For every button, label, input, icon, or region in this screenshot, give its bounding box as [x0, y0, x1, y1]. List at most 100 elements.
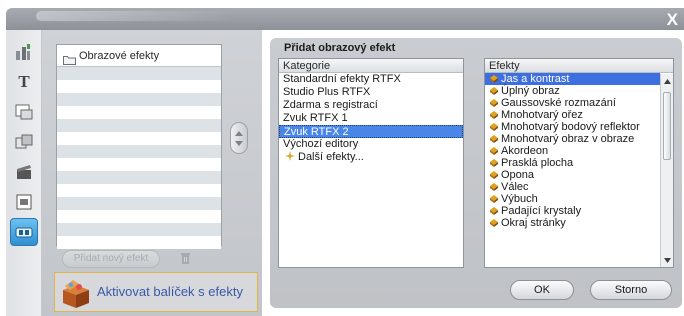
picture-in-picture-icon[interactable] — [10, 98, 38, 126]
effect-label: Jas a kontrast — [501, 73, 570, 85]
applied-effects-header: Obrazové efekty — [57, 45, 221, 67]
effect-label: Válec — [501, 181, 529, 193]
add-effect-pane: Přidat obrazový efekt Kategorie Standard… — [262, 30, 684, 316]
effect-icon — [490, 219, 498, 227]
effects-scrollbar[interactable] — [660, 74, 673, 267]
category-header: Kategorie — [279, 59, 463, 73]
category-item[interactable]: Zvuk RTFX 1 — [279, 112, 463, 125]
title-bar-sheen — [36, 11, 236, 21]
category-item[interactable]: Studio Plus RTFX — [279, 86, 463, 99]
effect-item[interactable]: Výbuch — [485, 193, 660, 205]
cancel-button[interactable]: Storno — [590, 280, 672, 300]
sparkle-icon — [285, 151, 295, 165]
list-item[interactable] — [57, 145, 221, 158]
effect-label: Okraj stránky — [501, 217, 566, 229]
effect-item[interactable]: Akordeon — [485, 145, 660, 157]
effect-icon — [490, 123, 498, 131]
effect-label: Mnohotvarý ořez — [501, 109, 583, 121]
effect-label: Výbuch — [501, 193, 538, 205]
effect-label: Mnohotvarý obraz v obraze — [501, 133, 635, 145]
scroll-up-icon[interactable] — [662, 75, 672, 87]
effect-icon — [490, 159, 498, 167]
activate-effects-pack-button[interactable]: Aktivovat balíček s efekty — [54, 272, 258, 312]
list-item[interactable] — [57, 106, 221, 119]
title-icon-glyph: T — [18, 72, 30, 91]
effect-item[interactable]: Úplný obraz — [485, 85, 660, 97]
list-item[interactable] — [57, 80, 221, 93]
scroll-thumb[interactable] — [663, 92, 671, 160]
category-item[interactable]: Zdarma s registrací — [279, 99, 463, 112]
effects-pack-icon — [59, 276, 93, 313]
effect-label: Úplný obraz — [501, 85, 560, 97]
title-bar: X — [6, 8, 684, 30]
effect-icon — [490, 99, 498, 107]
video-effects-icon[interactable] — [10, 38, 38, 66]
move-up-icon[interactable] — [235, 130, 243, 136]
category-list[interactable]: Kategorie Standardní efekty RTFX Studio … — [278, 58, 464, 268]
close-icon[interactable]: X — [667, 10, 678, 30]
add-effect-dialog: Přidat obrazový efekt Kategorie Standard… — [270, 38, 682, 308]
tool-toolbar: T — [6, 30, 42, 316]
effect-icon — [490, 135, 498, 143]
add-video-effect-window: X T Obrazové efekty Přidat nový efekt Ak… — [0, 0, 684, 316]
audio-effects-icon[interactable] — [10, 218, 38, 246]
list-item[interactable] — [57, 132, 221, 145]
trash-icon[interactable] — [180, 252, 191, 268]
transition-icon[interactable] — [10, 128, 38, 156]
list-item[interactable] — [57, 67, 221, 80]
reorder-buttons[interactable] — [230, 122, 248, 154]
category-item-more[interactable]: Další efekty... — [279, 151, 463, 164]
list-item[interactable] — [57, 171, 221, 184]
activate-effects-pack-label: Aktivovat balíček s efekty — [97, 284, 243, 299]
applied-effects-list[interactable]: Obrazové efekty — [56, 44, 222, 249]
effect-item[interactable]: Válec — [485, 181, 660, 193]
title-icon[interactable]: T — [10, 68, 38, 96]
dialog-title: Přidat obrazový efekt — [284, 42, 396, 54]
effect-item[interactable]: Mnohotvarý obraz v obraze — [485, 133, 660, 145]
effect-icon — [490, 87, 498, 95]
effect-label: Padající krystaly — [501, 205, 582, 217]
effect-item[interactable]: Mnohotvarý ořez — [485, 109, 660, 121]
effect-item[interactable]: Mnohotvarý bodový reflektor — [485, 121, 660, 133]
effect-icon — [490, 183, 498, 191]
move-down-icon[interactable] — [235, 140, 243, 146]
effect-item[interactable]: Okraj stránky — [485, 217, 660, 229]
effect-icon — [490, 111, 498, 119]
applied-effects-title: Obrazové efekty — [79, 50, 160, 62]
list-item[interactable] — [57, 236, 221, 249]
category-item[interactable]: Výchozí editory — [279, 138, 463, 151]
effect-label: Mnohotvarý bodový reflektor — [501, 121, 640, 133]
list-item[interactable] — [57, 93, 221, 106]
scroll-down-icon[interactable] — [662, 254, 672, 266]
effects-rows: Jas a kontrast Úplný obraz Gaussovské rozm… — [485, 73, 660, 229]
effect-item[interactable]: Opona — [485, 169, 660, 181]
clapboard-icon[interactable] — [10, 158, 38, 186]
list-item[interactable] — [57, 158, 221, 171]
list-item[interactable] — [57, 223, 221, 236]
effect-icon — [490, 171, 498, 179]
effect-item-selected[interactable]: Jas a kontrast — [485, 73, 660, 85]
list-item[interactable] — [57, 210, 221, 223]
more-effects-label: Další efekty... — [298, 151, 364, 163]
effect-item[interactable]: Prasklá plocha — [485, 157, 660, 169]
list-item[interactable] — [57, 197, 221, 210]
category-item-selected[interactable]: Zvuk RTFX 2 — [279, 125, 463, 138]
category-item[interactable]: Standardní efekty RTFX — [279, 73, 463, 86]
effect-label: Akordeon — [501, 145, 549, 157]
effect-label: Prasklá plocha — [501, 157, 574, 169]
menu-icon[interactable] — [10, 188, 38, 216]
effects-header: Efekty — [485, 59, 673, 73]
effect-icon — [490, 147, 498, 155]
effects-list[interactable]: Efekty Jas a kontrast Úplný obraz Gaussovs… — [484, 58, 674, 268]
effect-icon — [490, 75, 498, 83]
ok-button[interactable]: OK — [510, 280, 574, 300]
effect-item[interactable]: Padající krystaly — [485, 205, 660, 217]
effect-icon — [490, 207, 498, 215]
effect-item[interactable]: Gaussovské rozmazání — [485, 97, 660, 109]
add-new-effect-button[interactable]: Přidat nový efekt — [62, 250, 160, 268]
list-item[interactable] — [57, 119, 221, 132]
effect-icon — [490, 195, 498, 203]
applied-effects-pane: Obrazové efekty Přidat nový efekt Aktivo… — [42, 30, 262, 316]
list-item[interactable] — [57, 184, 221, 197]
folder-icon — [63, 51, 76, 73]
